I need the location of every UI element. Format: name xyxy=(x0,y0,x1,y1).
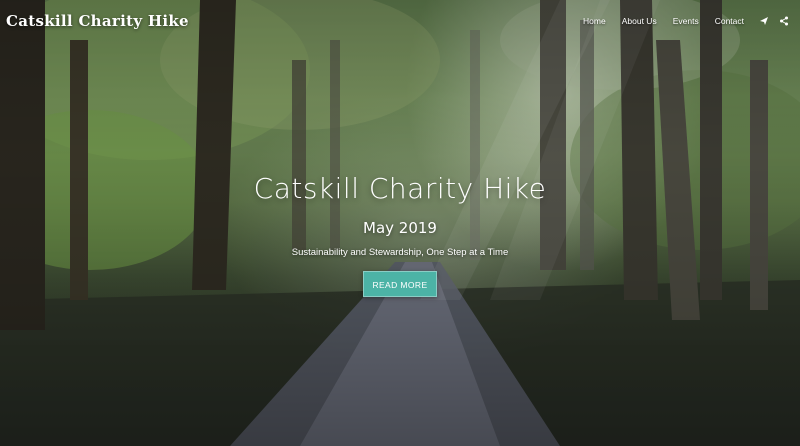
hero-title: Catskill Charity Hike xyxy=(253,172,547,205)
hero-section: Catskill Charity Hike Home About Us Even… xyxy=(0,0,800,446)
read-more-button[interactable]: READ MORE xyxy=(363,271,437,297)
hero-content: Catskill Charity Hike May 2019 Sustainab… xyxy=(0,172,800,297)
hero-tagline: Sustainability and Stewardship, One Step… xyxy=(291,247,509,258)
hero-date: May 2019 xyxy=(363,219,437,237)
share-icon[interactable] xyxy=(776,13,792,29)
nav-menu: Home About Us Events Contact xyxy=(575,13,792,29)
nav-item-about-us[interactable]: About Us xyxy=(614,16,665,26)
nav-item-contact[interactable]: Contact xyxy=(707,16,752,26)
top-navbar: Catskill Charity Hike Home About Us Even… xyxy=(0,0,800,42)
nav-item-events[interactable]: Events xyxy=(665,16,707,26)
brand-logo[interactable]: Catskill Charity Hike xyxy=(6,12,189,30)
nav-item-home[interactable]: Home xyxy=(575,16,614,26)
send-icon[interactable] xyxy=(756,13,772,29)
